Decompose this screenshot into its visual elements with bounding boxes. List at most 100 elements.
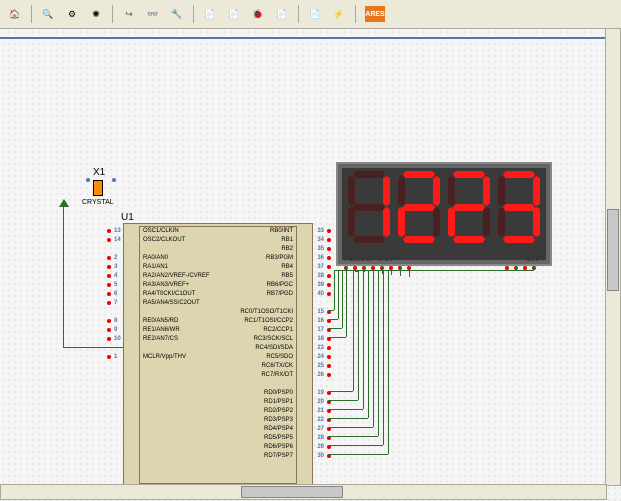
arrow-icon[interactable]: ↪: [118, 3, 140, 25]
bus-wire: [391, 266, 392, 275]
bus-wire: [328, 391, 353, 392]
pin-num: 6: [114, 291, 117, 297]
pin-label: RD7/PSP7: [264, 453, 293, 459]
pin-label: RB6/PGC: [267, 282, 293, 288]
schematic-canvas[interactable]: X1 CRYSTAL U1 13 OSC1/CLKIN 14 OSC2/CLKO…: [0, 29, 621, 501]
pin-label: RA5/AN4/SS/C2OUT: [143, 300, 200, 306]
pin-label: RD0/PSP0: [264, 390, 293, 396]
pin-num: 3: [114, 264, 117, 270]
pin-dot: [107, 274, 111, 278]
pin-label: RE1/AN6/WR: [143, 327, 180, 333]
pin-label: RD1/PSP1: [264, 399, 293, 405]
scrollbar-horizontal[interactable]: [0, 484, 607, 500]
pin-label: RB4: [281, 264, 293, 270]
pin-num: 33: [317, 228, 324, 234]
home-icon[interactable]: 🏠: [4, 3, 26, 25]
gear-icon[interactable]: ✺: [85, 3, 107, 25]
bus-wire: [358, 270, 359, 400]
wrench-icon[interactable]: 🔧: [166, 3, 188, 25]
pin-num: 21: [317, 408, 324, 414]
bus-wire: [388, 270, 389, 277]
bus-wire: [328, 409, 363, 410]
ic-body[interactable]: 13 OSC1/CLKIN 14 OSC2/CLKOUT 2 RA0/AN0 3…: [123, 223, 313, 487]
digit-2: [446, 169, 492, 245]
pin-num: 5: [114, 282, 117, 288]
pin-dot: [107, 355, 111, 359]
display-pins-right: 1234: [526, 254, 544, 263]
bus-wire: [328, 454, 388, 455]
zoom-icon[interactable]: 🔍: [37, 3, 59, 25]
bus-wire: [383, 270, 384, 276]
pin-num: 14: [114, 237, 121, 243]
pin-label: RA3/AN3/VREF+: [143, 282, 189, 288]
pin-num: 25: [317, 363, 324, 369]
pin-label: OSC1/CLKIN: [143, 228, 179, 234]
bus-wire: [328, 319, 338, 320]
pin-dot: [107, 337, 111, 341]
crystal-symbol[interactable]: [93, 180, 103, 196]
bus-wire: [338, 270, 339, 319]
scrollbar-vertical[interactable]: [605, 28, 621, 486]
pin-num: 13: [114, 228, 121, 234]
display-pins-left: ABCDEFG DP: [344, 254, 396, 263]
pin-num: 9: [114, 327, 117, 333]
pin-label: RB2: [281, 246, 293, 252]
bus-wire: [378, 270, 379, 436]
pin-label: RB1: [281, 237, 293, 243]
digit-1: [396, 169, 442, 245]
bus-wire: [346, 270, 347, 337]
pin-label: RA4/T0CKI/C1OUT: [143, 291, 195, 297]
bolt-icon[interactable]: 📄: [304, 3, 326, 25]
bolt2-icon[interactable]: ⚡: [328, 3, 350, 25]
bus-wire: [388, 270, 389, 454]
bus-wire: [368, 270, 369, 273]
pin-num: 18: [317, 336, 324, 342]
pin-dot: [107, 292, 111, 296]
pin-num: 15: [317, 309, 324, 315]
bus-wire: [358, 270, 359, 271]
ares-button[interactable]: ARES: [365, 6, 385, 22]
pin-num: 36: [317, 255, 324, 261]
ruler: [0, 37, 621, 39]
bus-wire: [346, 266, 347, 270]
pin-dot: [327, 373, 331, 377]
pin-dot: [327, 274, 331, 278]
bus-wire: [409, 266, 410, 277]
pin-num: 26: [317, 372, 324, 378]
pin-label: RC4/SDI/SDA: [255, 345, 293, 351]
pin-num: 22: [317, 417, 324, 423]
pin-dot: [327, 247, 331, 251]
pin-label: RA2/AN2/VREF-/CVREF: [143, 273, 210, 279]
pin-num: 2: [114, 255, 117, 261]
pin-dot: [327, 283, 331, 287]
pin-num: 35: [317, 246, 324, 252]
crystal-pin2: [112, 178, 116, 182]
doc2-icon[interactable]: 📄: [223, 3, 245, 25]
digit-3: [496, 169, 542, 245]
bus-wire: [534, 266, 535, 270]
pin-num: 10: [114, 336, 121, 342]
pin-label: RC7/RX/DT: [261, 372, 293, 378]
seven-segment-display[interactable]: ABCDEFG DP 1234: [336, 162, 552, 266]
pin-label: RE2/AN7/CS: [143, 336, 178, 342]
cogs-icon[interactable]: ⚙: [61, 3, 83, 25]
pin-label: RA0/AN0: [143, 255, 168, 261]
bus-wire: [364, 266, 365, 272]
doc1-icon[interactable]: 📄: [199, 3, 221, 25]
bug-icon[interactable]: 🐞: [247, 3, 269, 25]
pin-num: 7: [114, 300, 117, 306]
doc3-icon[interactable]: 📄: [271, 3, 293, 25]
bus-wire: [328, 400, 358, 401]
binoculars-icon[interactable]: 👓: [142, 3, 164, 25]
pin-label: RD2/PSP2: [264, 408, 293, 414]
bus-wire: [353, 270, 354, 391]
pin-dot: [107, 265, 111, 269]
pin-dot: [327, 238, 331, 242]
pin-num: 20: [317, 399, 324, 405]
bus-wire: [355, 266, 356, 271]
bus-wire: [378, 270, 379, 275]
pin-num: 27: [317, 426, 324, 432]
bus-wire: [334, 270, 335, 310]
pin-num: 16: [317, 318, 324, 324]
pin-label: RD6/PSP6: [264, 444, 293, 450]
